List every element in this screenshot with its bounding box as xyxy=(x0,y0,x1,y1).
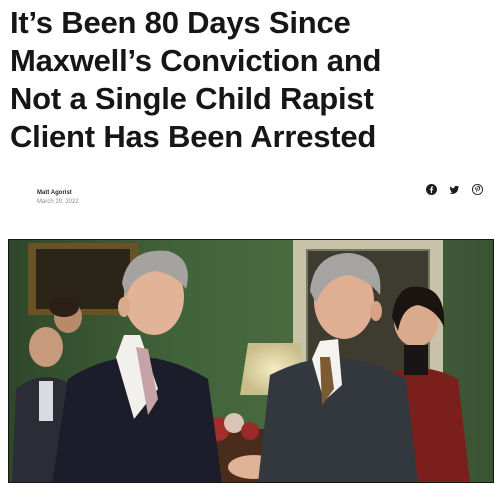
headline-line: Client Has Been Arrested xyxy=(10,119,377,154)
share-buttons xyxy=(426,184,483,195)
article-headline: It’s Been 80 Days Since Maxwell’s Convic… xyxy=(10,4,490,156)
photo-illustration xyxy=(8,239,494,483)
byline: Matt Agorist March 20, 2022 xyxy=(37,189,79,206)
article-photo xyxy=(8,239,494,483)
headline-line: It’s Been 80 Days Since xyxy=(10,5,351,40)
pinterest-icon[interactable] xyxy=(472,184,483,195)
twitter-icon[interactable] xyxy=(449,184,460,195)
headline-line: Not a Single Child Rapist xyxy=(10,81,374,116)
author-name[interactable]: Matt Agorist xyxy=(37,189,79,197)
facebook-icon[interactable] xyxy=(426,184,437,195)
publish-date: March 20, 2022 xyxy=(37,199,79,205)
headline-line: Maxwell’s Conviction and xyxy=(10,43,382,78)
